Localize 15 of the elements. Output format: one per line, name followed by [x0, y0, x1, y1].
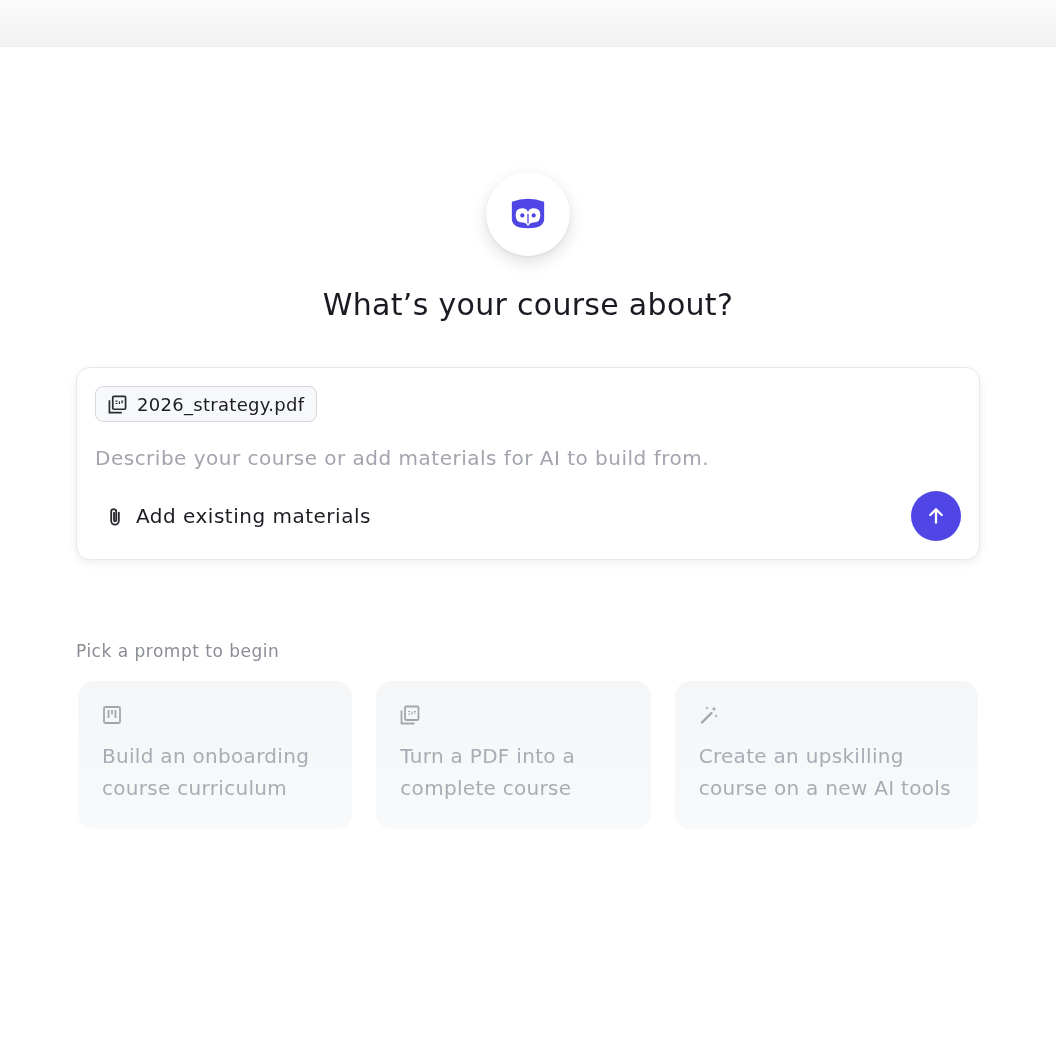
- send-button[interactable]: [911, 491, 961, 541]
- kanban-board-icon: [102, 705, 122, 725]
- arrow-up-icon: [929, 508, 943, 524]
- pdf-document-icon: [108, 394, 127, 414]
- description-field[interactable]: Describe your course or add materials for AI to build from.: [95, 444, 961, 472]
- pdf-document-icon: [400, 705, 421, 725]
- prompt-card[interactable]: Turn a PDF into a complete course: [376, 681, 651, 829]
- magic-wand-icon: [698, 705, 719, 725]
- attachment-chip: 2026_strategy.pdf: [95, 386, 318, 422]
- paperclip-icon: [109, 506, 121, 526]
- prompt-card[interactable]: Create an upskilling course on a new AI tools: [674, 681, 978, 829]
- section-label: Pick a prompt to begin: [76, 640, 280, 663]
- page-heading: What’s your course about?: [322, 287, 734, 323]
- prompt-card[interactable]: Build an onboarding course curriculum: [78, 681, 353, 829]
- add-materials-button[interactable]: Add existing materials: [95, 496, 377, 536]
